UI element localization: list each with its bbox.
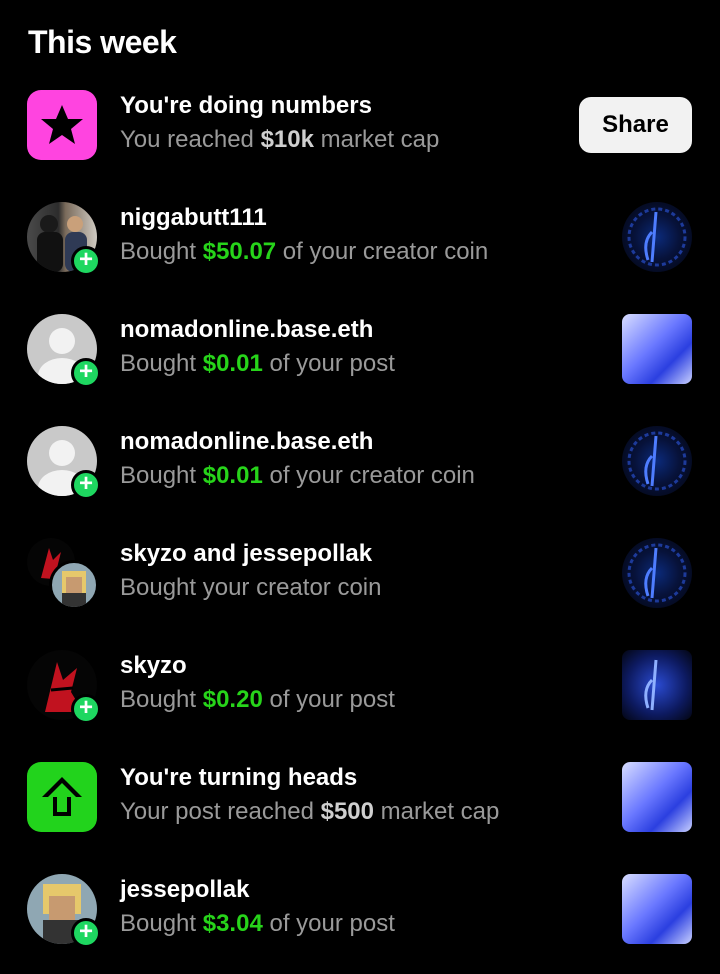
row-subtitle: Bought your creator coin bbox=[120, 574, 382, 601]
row-subtitle: Bought $3.04 of your post bbox=[120, 910, 395, 937]
section-title: This week bbox=[28, 24, 177, 60]
activity-row[interactable]: + niggabutt111 Bought $50.07 of your cre… bbox=[0, 202, 720, 302]
row-title: You're doing numbers bbox=[120, 92, 372, 119]
post-thumbnail[interactable] bbox=[622, 314, 692, 384]
activity-row-turning-heads[interactable]: You're turning heads Your post reached $… bbox=[0, 762, 720, 862]
avatar[interactable]: + bbox=[27, 874, 101, 948]
activity-row[interactable]: + nomadonline.base.eth Bought $0.01 of y… bbox=[0, 314, 720, 414]
activity-row[interactable]: skyzo and jessepollak Bought your creato… bbox=[0, 538, 720, 638]
follow-plus-icon[interactable]: + bbox=[71, 358, 101, 388]
row-title: skyzo and jessepollak bbox=[120, 540, 373, 567]
post-thumbnail[interactable] bbox=[622, 874, 692, 944]
follow-plus-icon[interactable]: + bbox=[71, 918, 101, 948]
row-subtitle: Your post reached $500 market cap bbox=[120, 798, 500, 825]
row-title: skyzo bbox=[120, 652, 187, 679]
row-title: You're turning heads bbox=[120, 764, 358, 791]
milestone-badge bbox=[27, 90, 97, 160]
row-subtitle: Bought $0.01 of your creator coin bbox=[120, 462, 475, 489]
row-title: nomadonline.base.eth bbox=[120, 428, 374, 455]
share-button[interactable]: Share bbox=[579, 97, 692, 153]
avatar[interactable]: + bbox=[27, 426, 101, 500]
activity-row[interactable]: + nomadonline.base.eth Bought $0.01 of y… bbox=[0, 426, 720, 526]
avatar[interactable]: + bbox=[27, 314, 101, 388]
follow-plus-icon[interactable]: + bbox=[71, 470, 101, 500]
star-icon bbox=[41, 105, 83, 144]
milestone-badge bbox=[27, 762, 97, 832]
arrow-up-icon bbox=[42, 777, 82, 816]
avatar-group[interactable] bbox=[27, 538, 99, 610]
row-subtitle: You reached $10k market cap bbox=[120, 126, 440, 153]
row-subtitle: Bought $0.20 of your post bbox=[120, 686, 395, 713]
follow-plus-icon[interactable]: + bbox=[71, 694, 101, 724]
post-thumbnail[interactable] bbox=[622, 762, 692, 832]
avatar[interactable]: + bbox=[27, 202, 101, 276]
creator-coin-thumbnail[interactable] bbox=[622, 426, 692, 496]
activity-row[interactable]: + jessepollak Bought $3.04 of your post bbox=[0, 874, 720, 974]
row-subtitle: Bought $0.01 of your post bbox=[120, 350, 395, 377]
post-thumbnail[interactable] bbox=[622, 650, 692, 720]
creator-coin-thumbnail[interactable] bbox=[622, 538, 692, 608]
row-subtitle: Bought $50.07 of your creator coin bbox=[120, 238, 489, 265]
avatar[interactable]: + bbox=[27, 650, 101, 724]
row-title: jessepollak bbox=[120, 876, 250, 903]
row-title: nomadonline.base.eth bbox=[120, 316, 374, 343]
activity-row[interactable]: + skyzo Bought $0.20 of your post bbox=[0, 650, 720, 750]
row-title: niggabutt111 bbox=[120, 204, 267, 231]
creator-coin-thumbnail[interactable] bbox=[622, 202, 692, 272]
follow-plus-icon[interactable]: + bbox=[71, 246, 101, 276]
